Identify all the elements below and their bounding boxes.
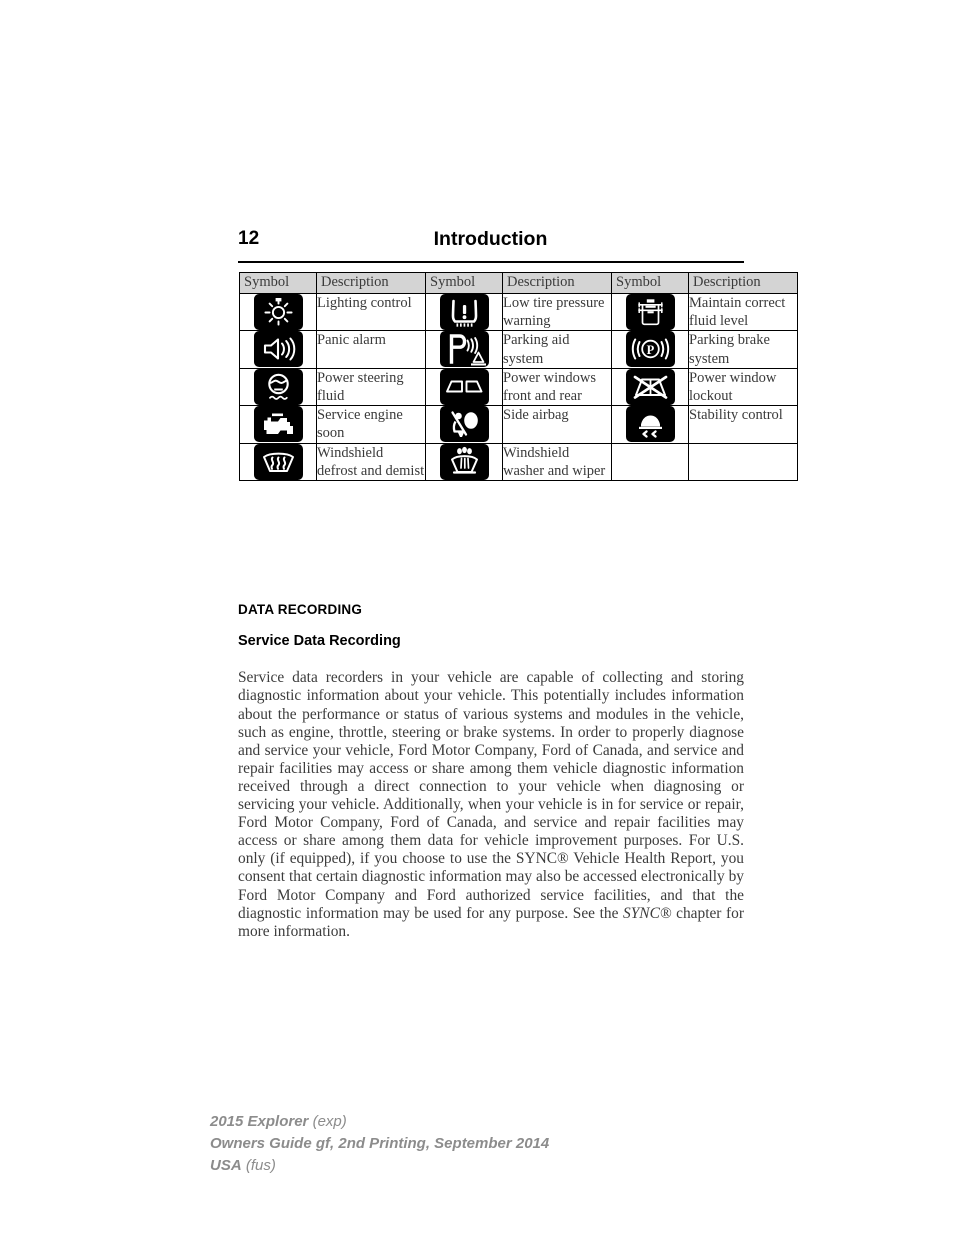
windshield-defrost-and-demist-icon — [253, 443, 303, 480]
description-cell: Panic alarm — [316, 330, 426, 369]
symbol-cell — [425, 442, 503, 482]
description-cell: Stability control — [688, 405, 798, 444]
page-title: Introduction — [433, 228, 548, 250]
description-cell: Maintain correct fluid level — [688, 292, 798, 332]
symbol-cell — [239, 405, 317, 444]
footer-line-market: USA (fus) — [210, 1155, 549, 1177]
lighting-control-icon — [253, 294, 303, 330]
description-cell: Lighting control — [316, 292, 426, 332]
page-header: 12 Introduction — [238, 228, 743, 262]
symbol-cell — [239, 330, 317, 369]
body-paragraph: Service data recorders in your vehicle a… — [238, 669, 744, 940]
description-cell: Parking aid system — [502, 330, 612, 369]
table-row: Panic alarm Parking aid system P Parking… — [239, 330, 798, 369]
description-cell: Power steering fluid — [316, 367, 426, 407]
table-row: Windshield defrost and demist Windshield… — [239, 442, 798, 482]
manual-page: 12 Introduction Symbol Description Symbo… — [0, 0, 954, 1235]
stability-control-icon — [625, 406, 675, 443]
symbol-cell — [425, 292, 503, 332]
footer-market-name: USA — [210, 1157, 242, 1174]
table-header-row: Symbol Description Symbol Description Sy… — [239, 272, 798, 294]
column-header-symbol-3: Symbol — [611, 272, 689, 294]
side-airbag-icon — [439, 406, 489, 443]
svg-text:P: P — [646, 343, 654, 357]
power-steering-fluid-icon — [253, 368, 303, 405]
description-cell: Low tire pressure warning — [502, 292, 612, 332]
power-windows-front-and-rear-icon — [439, 368, 489, 405]
symbol-cell — [611, 292, 689, 332]
footer-model-name: 2015 Explorer — [210, 1113, 309, 1130]
symbol-cell-empty — [611, 442, 689, 482]
description-cell-empty — [688, 442, 798, 482]
table-row: Power steering fluid Power windows front… — [239, 367, 798, 407]
symbol-cell — [611, 405, 689, 444]
table-row: Lighting control Low tire pressure warni… — [239, 292, 798, 332]
column-header-description-1: Description — [316, 272, 426, 294]
description-cell: Power window lockout — [688, 367, 798, 407]
maintain-correct-fluid-level-icon — [625, 294, 675, 330]
section-heading: DATA RECORDING — [238, 602, 363, 617]
footer-market-code: (fus) — [245, 1157, 276, 1174]
symbol-cell: P — [611, 330, 689, 369]
parking-aid-system-icon — [439, 331, 489, 368]
description-cell: Windshield washer and wiper — [502, 442, 612, 482]
symbol-cell — [611, 367, 689, 407]
footer-model-code: (exp) — [312, 1113, 347, 1130]
symbol-reference-table: Symbol Description Symbol Description Sy… — [239, 272, 798, 482]
description-cell: Parking brake system — [688, 330, 798, 369]
symbol-cell — [239, 442, 317, 482]
symbol-cell — [239, 292, 317, 332]
column-header-description-3: Description — [688, 272, 798, 294]
paragraph-text-part1: Service data recorders in your vehicle a… — [238, 669, 744, 922]
description-cell: Power windows front and rear — [502, 367, 612, 407]
footer-printing-info: Owners Guide gf, 2nd Printing, September… — [210, 1135, 550, 1152]
symbol-cell — [239, 367, 317, 407]
panic-alarm-icon — [253, 331, 303, 368]
power-window-lockout-icon — [625, 368, 675, 405]
windshield-washer-and-wiper-icon — [439, 443, 489, 480]
symbol-cell — [425, 330, 503, 369]
parking-brake-system-icon: P — [625, 331, 675, 368]
column-header-symbol-1: Symbol — [239, 272, 317, 294]
column-header-description-2: Description — [502, 272, 612, 294]
sub-heading: Service Data Recording — [238, 633, 401, 649]
footer-line-printing: Owners Guide gf, 2nd Printing, September… — [210, 1133, 549, 1155]
column-header-symbol-2: Symbol — [425, 272, 503, 294]
low-tire-pressure-warning-icon — [439, 294, 489, 330]
description-cell: Side airbag — [502, 405, 612, 444]
description-cell: Service engine soon — [316, 405, 426, 444]
symbol-cell — [425, 405, 503, 444]
table-row: Service engine soon Side airbag Stabilit… — [239, 405, 798, 444]
footer-line-model: 2015 Explorer (exp) — [210, 1111, 549, 1133]
sync-italic: SYNC® — [623, 904, 672, 922]
description-cell: Windshield defrost and demist — [316, 442, 426, 482]
page-footer: 2015 Explorer (exp) Owners Guide gf, 2nd… — [210, 1111, 549, 1177]
service-engine-soon-icon — [253, 406, 303, 443]
symbol-cell — [425, 367, 503, 407]
header-divider — [238, 261, 744, 263]
